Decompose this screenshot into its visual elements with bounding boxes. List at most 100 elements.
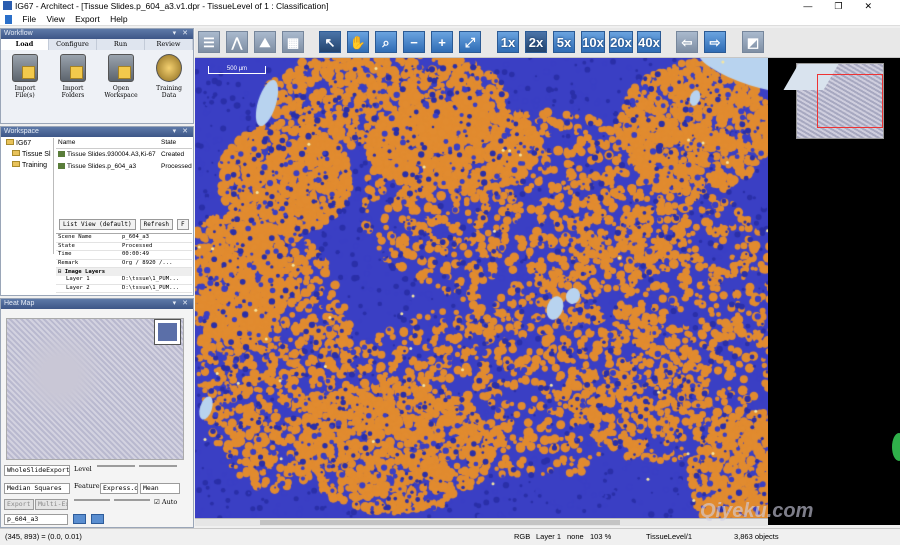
zoom-icon[interactable]: ⌕	[375, 31, 397, 53]
tree-item-training[interactable]: Training	[2, 160, 53, 171]
panel-controls[interactable]: ▾ ✕	[173, 299, 190, 309]
level-field[interactable]	[139, 465, 177, 467]
zoom-out-icon[interactable]: −	[403, 31, 425, 53]
max-field[interactable]	[114, 499, 150, 501]
close-button[interactable]: ✕	[864, 1, 894, 11]
tree-item-root[interactable]: IG67	[2, 138, 53, 149]
view-window-marker[interactable]	[154, 319, 181, 345]
horizontal-scrollbar[interactable]	[195, 518, 768, 526]
fit-icon[interactable]: ⤢	[459, 31, 481, 53]
training-data-button[interactable]: Training Data	[149, 54, 189, 99]
property-key: Layer 2	[66, 284, 90, 291]
hand-icon[interactable]: ✋	[347, 31, 369, 53]
refresh-button[interactable]: Refresh	[139, 219, 173, 230]
menu-help[interactable]: Help	[110, 14, 127, 24]
property-row: Time 00:00:49	[56, 251, 192, 260]
min-field[interactable]	[74, 499, 110, 501]
property-row: State Processed	[56, 243, 192, 251]
import-file-icon	[12, 54, 38, 82]
export-button[interactable]: Export	[4, 499, 34, 510]
column-name[interactable]: Name	[56, 138, 161, 148]
minimize-button[interactable]: —	[803, 1, 834, 11]
tree-item-tissue[interactable]: Tissue Sl	[2, 149, 53, 160]
scrollbar-thumb[interactable]	[260, 520, 620, 525]
zoom-5x-button[interactable]: 5x	[553, 31, 575, 53]
training-data-label: Training Data	[156, 85, 182, 99]
back-icon[interactable]: ⇦	[676, 31, 698, 53]
tree-label: IG67	[16, 140, 32, 147]
overview-thumbnail[interactable]	[783, 63, 884, 139]
list-controls: List View (default) Refresh F	[59, 219, 189, 230]
extra-button[interactable]: F	[176, 219, 189, 230]
import-folders-button[interactable]: Import Folders	[53, 54, 93, 99]
tab-configure[interactable]: Configure	[49, 39, 97, 50]
workflow-tabs: Load Configure Run Review	[1, 39, 193, 50]
folder-icon	[12, 150, 20, 156]
classification-map[interactable]	[195, 58, 768, 518]
app-menu-icon[interactable]	[5, 15, 12, 25]
column-state[interactable]: State	[161, 138, 192, 148]
scene-name-field[interactable]: p_604_a3	[4, 514, 68, 525]
zoom-20x-button[interactable]: 20x	[609, 31, 633, 53]
property-row: Layer 2 D:\tssue\1_PUM...	[56, 284, 192, 293]
workspace-panel: Workspace ▾ ✕ IG67 Tissue Sl Training Na…	[0, 126, 194, 296]
overview-icon[interactable]: ◩	[742, 31, 764, 53]
property-row: Remark Org / 8920 /...	[56, 260, 192, 268]
multi-export-button[interactable]: Multi-Export	[35, 499, 68, 510]
status-layer: Layer 1	[536, 532, 562, 541]
side-handle[interactable]	[892, 433, 900, 461]
property-key: Scene Name	[58, 234, 92, 240]
measure-select[interactable]: Median Squares	[4, 483, 70, 494]
image-layers-section[interactable]: ⊟ Image Layers	[56, 268, 192, 276]
import-files-button[interactable]: Import File(s)	[5, 54, 45, 99]
table-row[interactable]: Tissue Slides.930004.A3,Ki-67 Created	[56, 149, 192, 161]
grid-icon[interactable]: ▦	[282, 31, 304, 53]
window-title: IG67 - Architect - [Tissue Slides.p_604_…	[15, 1, 329, 11]
zoom-10x-button[interactable]: 10x	[581, 31, 605, 53]
arrow-down-icon[interactable]	[91, 514, 104, 524]
arrow-up-icon[interactable]	[73, 514, 86, 524]
tab-run[interactable]: Run	[97, 39, 145, 50]
image-viewer[interactable]: 500 µm	[195, 58, 768, 518]
scene-icon	[58, 163, 65, 170]
status-zoom: 103 %	[590, 532, 612, 541]
panel-controls[interactable]: ▾ ✕	[173, 29, 190, 39]
window-controls[interactable]: —❐✕	[803, 0, 894, 12]
menu-bar: File View Export Help	[0, 12, 900, 26]
zoom-2x-button[interactable]: 2x	[525, 31, 547, 53]
export-select[interactable]: WholeSlideExport	[4, 465, 70, 476]
forward-icon[interactable]: ⇨	[704, 31, 726, 53]
pointer-icon[interactable]: ↖	[319, 31, 341, 53]
heatmap-header: Heat Map ▾ ✕	[1, 299, 193, 309]
heatmap-thumbnail[interactable]	[6, 318, 184, 460]
workflow-tools: Import File(s) Import Folders Open Works…	[1, 50, 193, 99]
title-bar: IG67 - Architect - [Tissue Slides.p_604_…	[0, 0, 900, 12]
menu-export[interactable]: Export	[75, 14, 100, 24]
menu-view[interactable]: View	[46, 14, 64, 24]
auto-checkbox[interactable]: ☑ Auto	[154, 498, 177, 507]
open-workspace-button[interactable]: Open Workspace	[101, 54, 141, 99]
list-view-select[interactable]: List View (default)	[59, 219, 136, 230]
tab-review[interactable]: Review	[145, 39, 193, 50]
split-h-icon[interactable]: ☰	[198, 31, 220, 53]
zoom-40x-button[interactable]: 40x	[637, 31, 661, 53]
checkbox-icon: ☑	[154, 498, 160, 506]
status-bar: (345, 893) = (0.0, 0.01) RGB Layer 1 non…	[0, 528, 900, 545]
import-folders-label: Import Folders	[61, 85, 85, 99]
menu-file[interactable]: File	[22, 14, 36, 24]
zoom-in-icon[interactable]: +	[431, 31, 453, 53]
overview-viewport-rect[interactable]	[817, 74, 883, 128]
level-select[interactable]	[97, 465, 135, 467]
tab-load[interactable]: Load	[1, 39, 49, 50]
panel-controls[interactable]: ▾ ✕	[173, 127, 190, 137]
zoom-1x-button[interactable]: 1x	[497, 31, 519, 53]
draw-icon[interactable]: ⋀	[226, 31, 248, 53]
heatmap-panel: Heat Map ▾ ✕ WholeSlideExport Level Medi…	[0, 298, 194, 528]
maximize-button[interactable]: ❐	[834, 1, 864, 11]
feature-select[interactable]: Express.ons	[100, 483, 138, 494]
workflow-panel: Workflow ▾ ✕ Load Configure Run Review I…	[0, 28, 194, 124]
scale-bar: 500 µm	[208, 66, 266, 74]
table-row[interactable]: Tissue Slides.p_604_a3 Processed	[56, 161, 192, 173]
image-icon[interactable]: ⛰	[254, 31, 276, 53]
stat-select[interactable]: Mean	[140, 483, 180, 494]
